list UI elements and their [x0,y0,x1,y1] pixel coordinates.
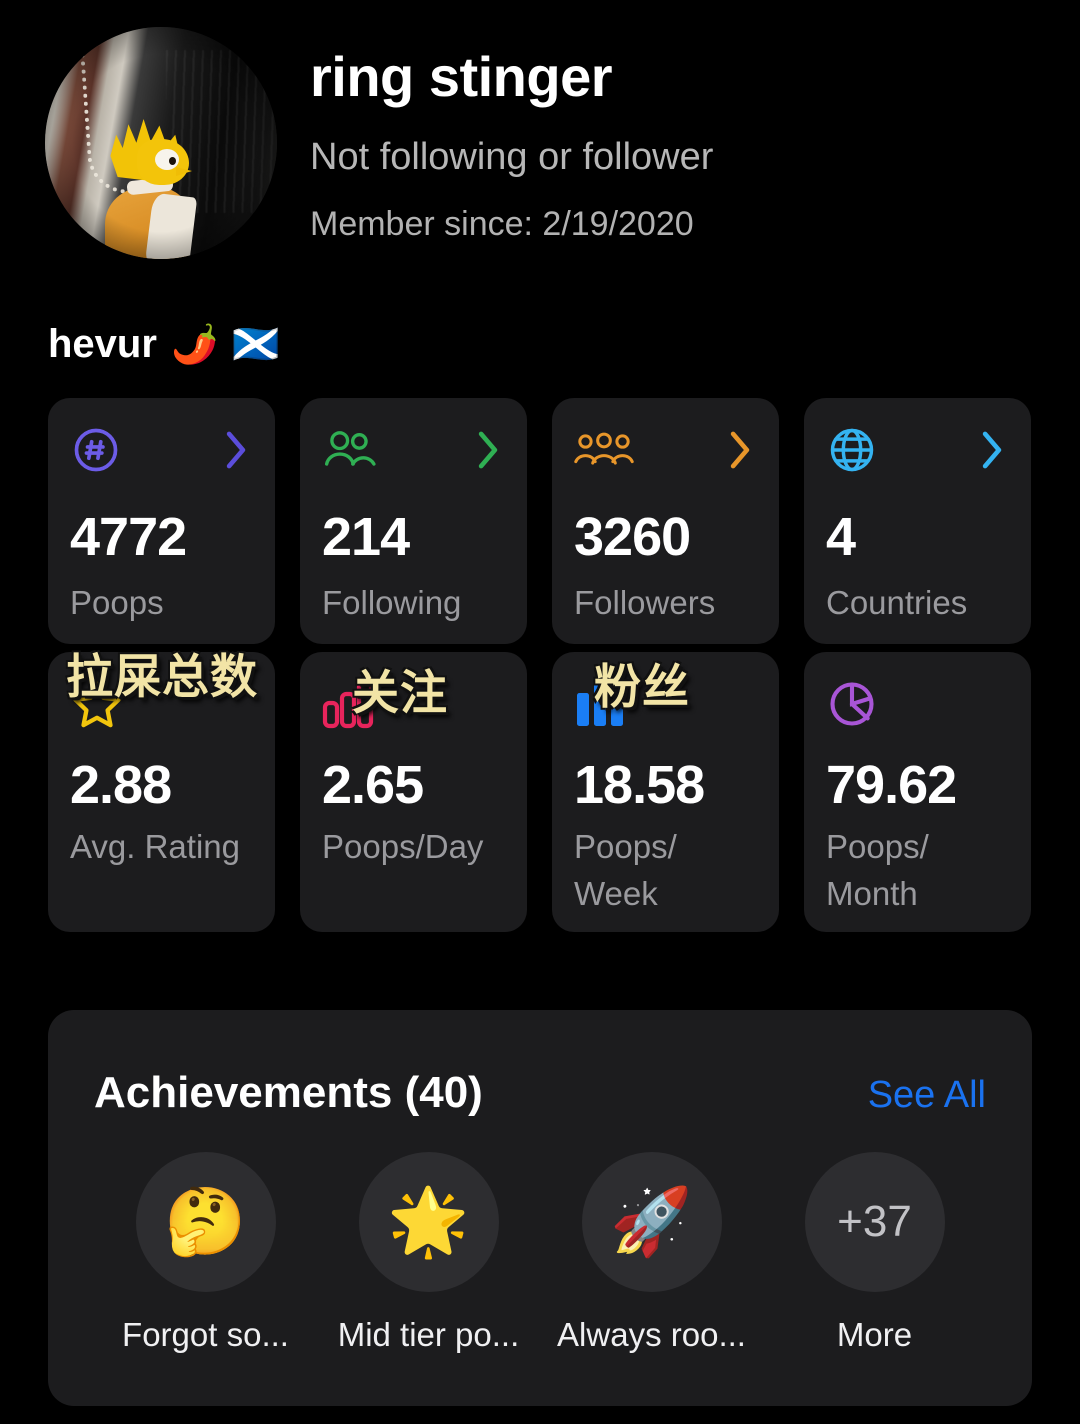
achievement-label: Forgot so... [122,1316,289,1353]
people-pair-icon [322,426,378,474]
rocket-icon: 🚀 [581,1152,722,1292]
stat-label: Countries [826,584,968,621]
achievements-header: Achievements (40) See All [94,1068,986,1118]
achievement-label: More [836,1316,913,1353]
stat-value: 4 [826,507,856,567]
stat-card-countries[interactable]: 4 Countries [804,398,1031,644]
stat-card-following[interactable]: 214 Following [300,398,527,644]
profile-header: ring stinger Not following or follower M… [0,0,1080,300]
stat-value: 18.58 [574,755,705,815]
stat-card-header [322,424,505,476]
stat-card-header [574,424,757,476]
page-title: ring stinger [310,45,613,108]
annotation-following: 关注 [352,666,448,721]
achievements-card: Achievements (40) See All 🤔 Forgot so...… [48,1010,1032,1406]
thinking-face-icon: 🤔 [135,1152,276,1292]
people-group-icon [574,428,634,472]
more-count-badge: +37 [804,1152,945,1292]
stat-value: 4772 [70,507,187,567]
achievement-item[interactable]: 🌟 Mid tier po... [322,1152,536,1354]
stat-label: Followers [574,584,716,621]
achievements-list: 🤔 Forgot so... 🌟 Mid tier po... 🚀 Always… [94,1152,986,1354]
achievement-item[interactable]: 🤔 Forgot so... [99,1152,313,1354]
scotland-flag-icon: 🏴󠁧󠁢󠁳󠁣󠁴󠁿 [232,323,280,366]
see-all-link[interactable]: See All [868,1074,986,1117]
achievement-label: Always roo... [557,1316,746,1353]
stat-label: Avg. Rating [70,828,240,865]
stat-value: 214 [322,507,410,567]
avatar-photo [45,27,277,259]
annotation-followers: 粉丝 [594,660,690,715]
stat-value: 2.88 [70,755,172,815]
chevron-right-icon[interactable] [723,427,757,473]
pie-chart-icon [826,678,878,730]
stat-card-header [826,678,1009,730]
stat-card-followers[interactable]: 3260 Followers [552,398,779,644]
stat-card-poops-per-month[interactable]: 79.62 Poops/ Month [804,652,1031,932]
username-label: hevur [48,322,157,366]
stat-value: 79.62 [826,755,957,815]
achievements-title: Achievements (40) [94,1068,483,1117]
member-since: Member since: 2/19/2020 [310,204,694,243]
achievement-label: Mid tier po... [337,1316,520,1353]
stat-label: Poops/ Month [826,828,929,912]
chevron-right-icon[interactable] [471,427,505,473]
stat-card-header [826,424,1009,476]
stat-label: Following [322,584,462,621]
stat-value: 3260 [574,507,691,567]
chevron-right-icon[interactable] [975,427,1009,473]
glowing-star-icon: 🌟 [358,1152,499,1292]
achievement-item-more[interactable]: +37 More [768,1152,982,1354]
hash-circle-icon [70,424,122,476]
stat-label: Poops/ Week [574,828,677,912]
profile-header-text: ring stinger Not following or follower M… [310,46,713,244]
avatar[interactable] [45,27,277,259]
stat-card-header [70,424,253,476]
follow-status: Not following or follower [310,135,714,178]
username-row: hevur 🌶️ 🏴󠁧󠁢󠁳󠁣󠁴󠁿 [48,322,280,367]
stat-label: Poops [70,584,164,621]
achievement-item[interactable]: 🚀 Always roo... [545,1152,759,1354]
chili-pepper-icon: 🌶️ [170,323,219,366]
stat-label: Poops/Day [322,828,484,865]
stat-value: 2.65 [322,755,424,815]
globe-icon [826,424,878,476]
annotation-total-poops: 拉屎总数 [66,650,258,705]
avatar-vignette [45,27,277,259]
chevron-right-icon[interactable] [219,427,253,473]
stat-card-poops[interactable]: 4772 Poops [48,398,275,644]
